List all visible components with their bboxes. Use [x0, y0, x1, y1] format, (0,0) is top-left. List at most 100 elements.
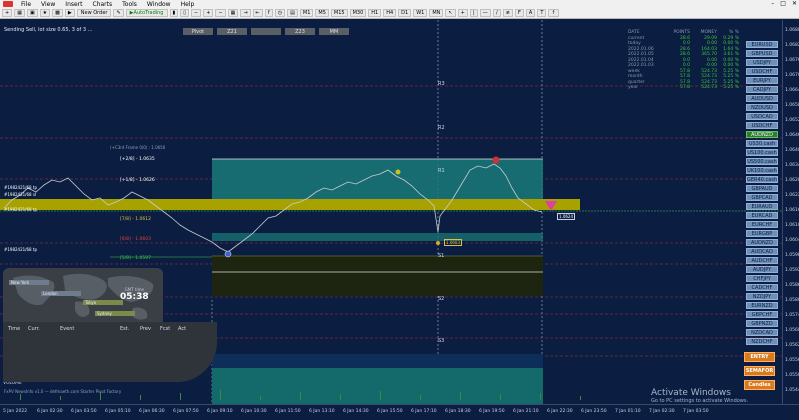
- zone-tab-z21[interactable]: Z21: [217, 28, 247, 35]
- symbol-button-eurcad[interactable]: EURCAD: [746, 212, 778, 219]
- tile-icon[interactable]: ▦: [227, 9, 239, 17]
- symbol-button-euraud[interactable]: EURAUD: [746, 203, 778, 210]
- murrey-label-4: [6/8] - 1.0603: [120, 237, 151, 242]
- symbol-button-usdcad[interactable]: USDCAD: [746, 113, 778, 120]
- tf-m5[interactable]: M5: [315, 9, 329, 17]
- crst-frame-label: (+C3rd Frame 0/0) : 1.0656: [110, 145, 166, 150]
- terminal-icon[interactable]: ▩: [52, 9, 63, 17]
- teal-zone-lower-dark: [212, 354, 543, 368]
- symbol-button-audnzd[interactable]: AUDNZD: [746, 239, 778, 246]
- symbol-button-eurnzd[interactable]: EURNZD: [746, 302, 778, 309]
- menu-help[interactable]: Help: [176, 1, 200, 8]
- symbol-button-cadjpy[interactable]: CADJPY: [746, 86, 778, 93]
- symbol-button-chfjpy[interactable]: CHFJPY: [746, 275, 778, 282]
- symbol-button-audnzd[interactable]: AUDNZD: [746, 131, 778, 138]
- tf-h4[interactable]: H4: [383, 9, 397, 17]
- symbol-button-uk100cash[interactable]: UK100.cash: [746, 167, 778, 174]
- symbol-button-us100cash[interactable]: US100.cash: [746, 149, 778, 156]
- tf-m15[interactable]: M15: [330, 9, 348, 17]
- menu-view[interactable]: View: [36, 1, 60, 8]
- tf-mn[interactable]: MN: [429, 9, 444, 17]
- price-tick-label: 1.0598: [785, 253, 799, 258]
- zoom-out-icon[interactable]: −: [215, 9, 226, 17]
- symbol-button-audusd[interactable]: AUDUSD: [746, 95, 778, 102]
- navigator-icon[interactable]: ★: [39, 9, 51, 17]
- symbol-button-gbpaud[interactable]: GBPAUD: [746, 185, 778, 192]
- line-chart-icon[interactable]: ∼: [191, 9, 202, 17]
- market-watch-icon[interactable]: ▣: [26, 9, 38, 17]
- symbol-button-gbpnzd[interactable]: GBPNZD: [746, 320, 778, 327]
- zone-tab-pivot[interactable]: Pivot: [183, 28, 213, 35]
- symbol-button-audchf[interactable]: AUDCHF: [746, 257, 778, 264]
- menu-insert[interactable]: Insert: [60, 1, 87, 8]
- symbol-button-audcad[interactable]: AUDCAD: [746, 248, 778, 255]
- menu-file[interactable]: File: [16, 1, 36, 8]
- candle-chart-icon[interactable]: ▯: [180, 9, 190, 17]
- crosshair-icon[interactable]: +: [457, 9, 468, 17]
- symbol-button-usdjpy[interactable]: USDJPY: [746, 59, 778, 66]
- tf-h1[interactable]: H1: [368, 9, 382, 17]
- period-icon[interactable]: ◷: [274, 9, 286, 17]
- symbol-button-eurchf[interactable]: EURCHF: [746, 221, 778, 228]
- restore-icon[interactable]: □: [780, 0, 786, 7]
- zone-tab-mm[interactable]: MM: [319, 28, 349, 35]
- tf-m1[interactable]: M1: [299, 9, 314, 17]
- menu-charts[interactable]: Charts: [88, 1, 118, 8]
- menu-window[interactable]: Window: [142, 1, 176, 8]
- symbol-button-gbpchf[interactable]: GBPCHF: [746, 311, 778, 318]
- vertical-line-icon[interactable]: |: [469, 9, 478, 17]
- new-chart-icon[interactable]: +: [2, 9, 13, 17]
- new-order-button[interactable]: New Order: [76, 9, 112, 17]
- templates-icon[interactable]: ▤: [287, 9, 298, 17]
- autotrading-button[interactable]: ▶ AutoTrading: [125, 9, 168, 17]
- minimize-icon[interactable]: –: [771, 0, 774, 7]
- symbol-button-gbpcad[interactable]: GBPCAD: [746, 194, 778, 201]
- symbol-button-us500cash[interactable]: US500.cash: [746, 158, 778, 165]
- shift-icon[interactable]: ⇤: [252, 9, 263, 17]
- menu-tools[interactable]: Tools: [117, 1, 142, 8]
- tester-icon[interactable]: ▶: [64, 9, 75, 17]
- label-icon[interactable]: T: [537, 9, 547, 17]
- bar-chart-icon[interactable]: ▮: [169, 9, 179, 17]
- channel-icon[interactable]: ≇: [502, 9, 513, 17]
- trendline-icon[interactable]: /: [492, 9, 501, 17]
- symbol-button-nzdjpy[interactable]: NZDJPY: [746, 293, 778, 300]
- text-icon[interactable]: A: [525, 9, 536, 17]
- fibo-icon[interactable]: F: [515, 9, 524, 17]
- symbol-button-eurusd[interactable]: EURUSD: [746, 41, 778, 48]
- symbol-button-ger40cash[interactable]: GER40.cash: [746, 176, 778, 183]
- tf-m30[interactable]: M30: [349, 9, 367, 17]
- zoom-in-icon[interactable]: +: [203, 9, 214, 17]
- symbol-button-nzdchf[interactable]: NZDCHF: [746, 338, 778, 345]
- tf-w1[interactable]: W1: [413, 9, 428, 17]
- chart-status-text: Sending Sell, lot size 0.65, 3 of 3 ...: [4, 27, 93, 33]
- symbol-button-us30cash[interactable]: US30.cash: [746, 140, 778, 147]
- semafor-button[interactable]: SEMAFOR: [744, 366, 775, 376]
- tf-d1[interactable]: D1: [398, 9, 412, 17]
- zone-tab-blank[interactable]: [251, 28, 281, 35]
- symbol-button-nzdcad[interactable]: NZDCAD: [746, 329, 778, 336]
- time-tick-label: 6 Jan 03:50: [71, 409, 97, 414]
- symbol-button-eurjpy[interactable]: EURJPY: [746, 77, 778, 84]
- symbol-button-usdchf[interactable]: USDCHF: [746, 122, 778, 129]
- horizontal-line-icon[interactable]: —: [479, 9, 491, 17]
- symbol-button-usdchf[interactable]: USDCHF: [746, 68, 778, 75]
- candles-button[interactable]: Candles: [744, 380, 775, 390]
- close-icon[interactable]: ✕: [792, 0, 797, 7]
- symbol-button-gbpusd[interactable]: GBPUSD: [746, 50, 778, 57]
- price-tick-label: 1.0592: [785, 268, 799, 273]
- symbol-button-cadchf[interactable]: CADCHF: [746, 284, 778, 291]
- profiles-icon[interactable]: ▦: [14, 9, 25, 17]
- indicators-icon[interactable]: f: [264, 9, 273, 17]
- cursor-icon[interactable]: ↖: [445, 9, 456, 17]
- symbol-button-audjpy[interactable]: AUDJPY: [746, 266, 778, 273]
- symbol-button-nzdusd[interactable]: NZDUSD: [746, 104, 778, 111]
- symbol-button-eurgbp[interactable]: EURGBP: [746, 230, 778, 237]
- toolbar: + ▦ ▣ ★ ▩ ▶ New Order ✎ ▶ AutoTrading ▮ …: [0, 8, 799, 19]
- arrows-icon[interactable]: ↑: [548, 9, 559, 17]
- entry-button[interactable]: ENTRY: [744, 352, 775, 362]
- zone-tab-z23[interactable]: Z23: [285, 28, 315, 35]
- price-tag-1: 1.0624: [557, 213, 575, 220]
- autoscroll-icon[interactable]: ⇥: [240, 9, 251, 17]
- editor-icon[interactable]: ✎: [113, 9, 124, 17]
